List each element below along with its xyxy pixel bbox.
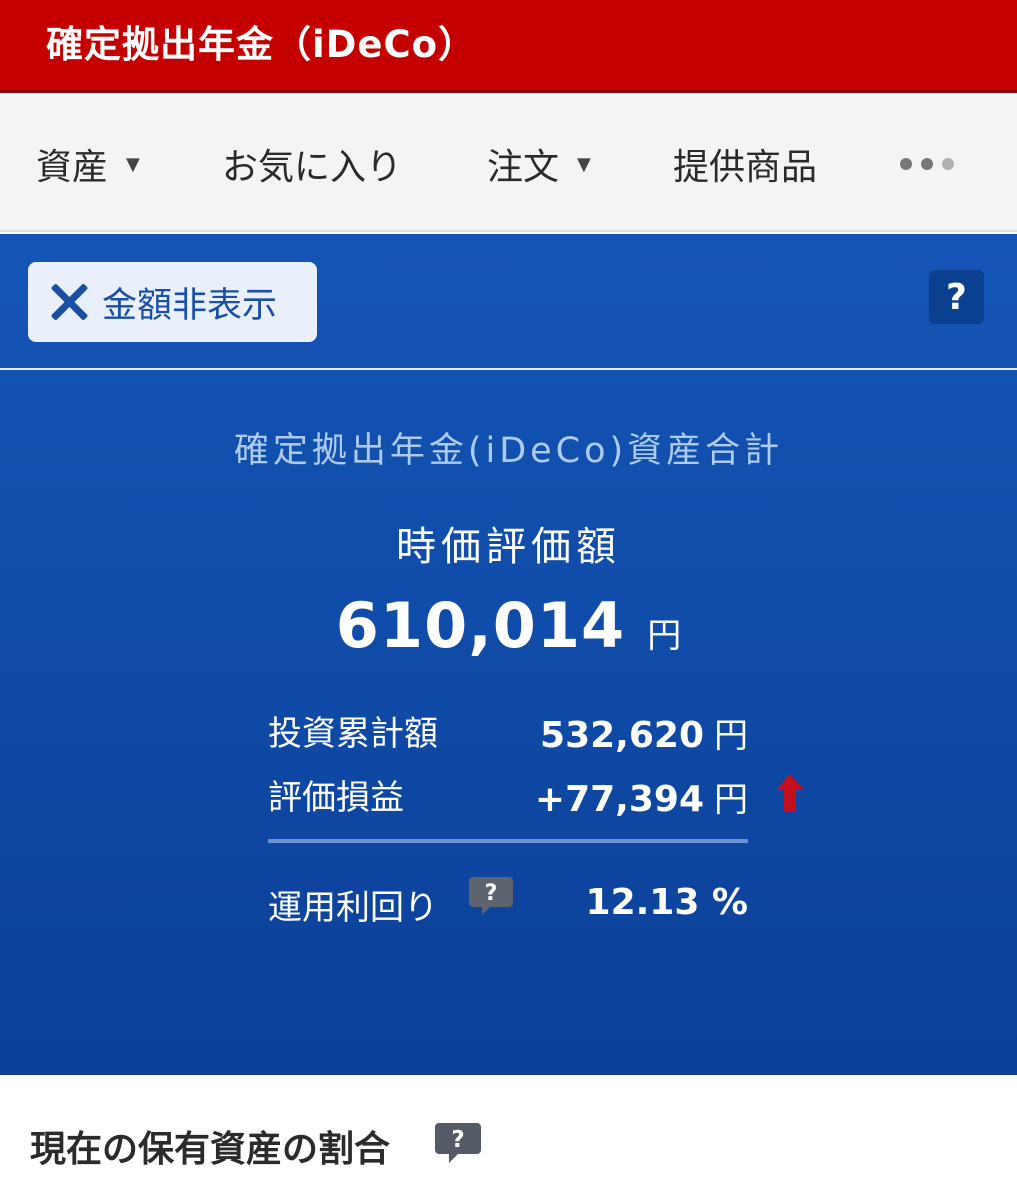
section-title: 現在の保有資産の割合 <box>30 1129 391 1170</box>
asset-total-title: 確定拠出年金(iDeCo)資産合計 <box>233 431 784 471</box>
nav-item-label: 提供商品 <box>673 147 818 188</box>
nav-item-label: お気に入り <box>222 147 403 188</box>
market-value-unit: 円 <box>647 616 682 656</box>
profit-loss-label: 評価損益 <box>268 778 404 818</box>
investment-total-value: 532,620 円 <box>540 708 748 757</box>
yield-label: 運用利回り <box>268 888 438 928</box>
help-button[interactable]: ? <box>929 270 984 324</box>
profit-loss-row: 評価損益 +77,394 円 <box>268 770 748 820</box>
market-value-label: 時価評価額 <box>396 524 621 570</box>
investment-total-row: 投資累計額 532,620 円 <box>268 706 748 756</box>
investment-total-amount: 532,620 <box>540 715 704 756</box>
asset-summary-panel: 金額非表示 ? 確定拠出年金(iDeCo)資産合計 時価評価額 610,014 … <box>0 234 1017 1075</box>
caret-down-icon: ▼ <box>126 153 140 175</box>
divider <box>268 839 748 843</box>
profit-loss-amount: +77,394 <box>534 779 704 820</box>
profit-loss-value: +77,394 円 <box>535 772 748 821</box>
investment-total-unit: 円 <box>714 716 748 756</box>
caret-down-icon: ▼ <box>577 153 591 175</box>
page-title: 確定拠出年金（iDeCo） <box>46 23 477 66</box>
svg-text:?: ? <box>451 1127 464 1153</box>
market-value-row: 610,014 円 <box>0 589 1017 662</box>
nav-item-favorites[interactable]: お気に入り <box>222 96 402 232</box>
help-bubble-icon[interactable]: ? <box>434 1122 482 1164</box>
hide-amount-label: 金額非表示 <box>102 285 278 326</box>
help-bubble-icon[interactable]: ? <box>468 876 514 916</box>
close-icon <box>48 281 90 323</box>
nav-item-label: 資産 <box>36 147 109 188</box>
dot <box>921 158 933 170</box>
market-value: 610,014 <box>335 589 626 662</box>
profit-loss-unit: 円 <box>714 780 748 820</box>
nav-item-label: 注文 <box>487 147 560 188</box>
nav-item-orders[interactable]: 注文 ▼ <box>487 96 591 232</box>
yield-value: 12.13 % <box>585 882 748 923</box>
nav-item-products[interactable]: 提供商品 <box>673 96 817 232</box>
arrow-up-icon <box>776 774 804 812</box>
dot <box>900 158 912 170</box>
nav-item-assets[interactable]: 資産 ▼ <box>36 96 140 232</box>
dot <box>942 158 954 170</box>
more-dots-icon[interactable] <box>900 146 970 182</box>
app-header: 確定拠出年金（iDeCo） <box>0 0 1017 93</box>
hide-amount-button[interactable]: 金額非表示 <box>28 262 317 342</box>
investment-total-label: 投資累計額 <box>268 714 438 754</box>
divider <box>0 368 1017 370</box>
svg-text:?: ? <box>485 881 498 906</box>
main-nav: 資産 ▼ お気に入り 注文 ▼ 提供商品 <box>0 96 1017 232</box>
